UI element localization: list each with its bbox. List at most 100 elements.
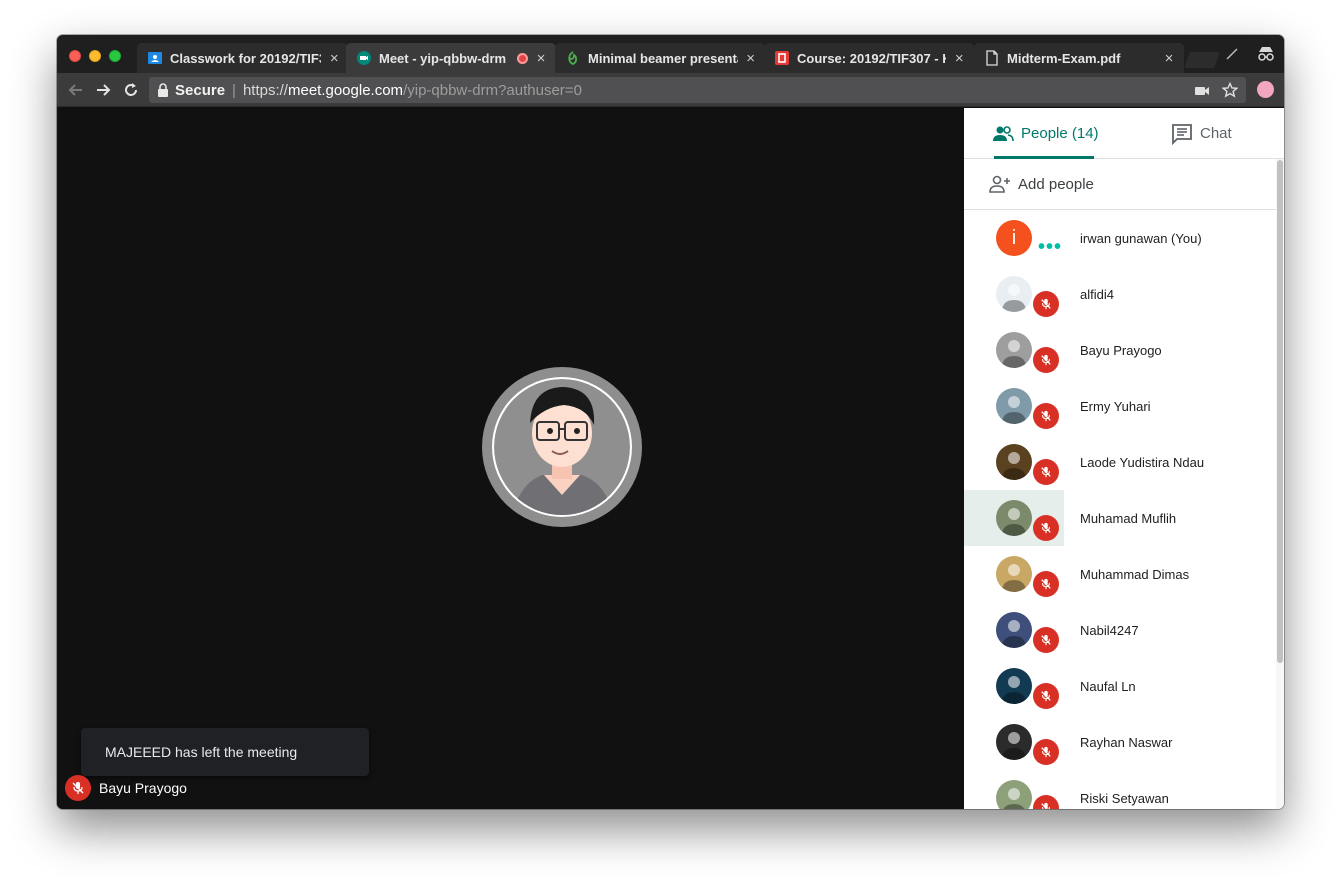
classroom-icon: [147, 50, 163, 66]
participant-row[interactable]: Bayu Prayogo: [964, 322, 1276, 378]
participant-row[interactable]: Rayhan Naswar: [964, 714, 1276, 770]
tab-people[interactable]: People (14): [992, 108, 1099, 159]
back-arrow-icon[interactable]: [67, 81, 85, 99]
close-tab-icon[interactable]: ×: [744, 50, 757, 67]
participant-row[interactable]: Riski Setyawan: [964, 770, 1276, 809]
participant-avatar-cell: [964, 322, 1064, 378]
participant-name: Rayhan Naswar: [1080, 734, 1173, 750]
profile-silhouette-icon: [1225, 43, 1239, 61]
forward-arrow-icon[interactable]: [94, 81, 112, 99]
mic-off-icon: [1033, 291, 1059, 317]
tab-title: Meet - yip-qbbw-drm: [379, 50, 507, 66]
participant-avatar: [996, 444, 1032, 480]
panel-tabs: People (14) Chat: [964, 108, 1284, 159]
participant-row[interactable]: Ermy Yuhari: [964, 378, 1276, 434]
minimize-window-button[interactable]: [89, 50, 101, 62]
tab-meet[interactable]: Meet - yip-qbbw-drm ×: [346, 43, 556, 73]
recording-indicator-icon: [517, 52, 528, 64]
zoom-window-button[interactable]: [109, 50, 121, 62]
close-tab-icon[interactable]: ×: [327, 50, 341, 67]
participant-row[interactable]: Muhammad Dimas: [964, 546, 1276, 602]
participant-avatar: i: [996, 220, 1032, 256]
document-icon: [984, 50, 1000, 66]
url-path: /yip-qbbw-drm?authuser=0: [403, 81, 582, 99]
people-tab-label: People (14): [1021, 125, 1099, 142]
participant-avatar-cell: [964, 602, 1064, 658]
reload-icon[interactable]: [122, 81, 140, 99]
close-tab-icon[interactable]: ×: [534, 50, 548, 67]
chat-tab-label: Chat: [1200, 125, 1232, 142]
participant-name: Riski Setyawan: [1080, 790, 1169, 806]
close-tab-icon[interactable]: ×: [1162, 50, 1176, 67]
tab-classwork[interactable]: Classwork for 20192/TIF3 ×: [137, 43, 349, 73]
participant-avatar: [996, 724, 1032, 760]
mic-off-icon: [1033, 459, 1059, 485]
address-bar[interactable]: Secure | https:// meet.google.com /yip-q…: [149, 77, 1246, 103]
participant-avatar-cell: [964, 434, 1064, 490]
tab-title: Minimal beamer presentati: [588, 50, 739, 66]
tab-course[interactable]: Course: 20192/TIF307 - K ×: [764, 43, 974, 73]
mic-off-icon: [65, 775, 91, 801]
participant-row[interactable]: alfidi4: [964, 266, 1276, 322]
participant-name: Naufal Ln: [1080, 678, 1136, 694]
participant-name: Laode Yudistira Ndau: [1080, 454, 1205, 470]
overleaf-icon: [565, 50, 581, 66]
mic-off-icon: [1033, 347, 1059, 373]
tab-overleaf[interactable]: Minimal beamer presentati ×: [555, 43, 765, 73]
extension-icon[interactable]: [1257, 81, 1274, 98]
participant-name: Nabil4247: [1080, 622, 1139, 638]
participant-name: irwan gunawan (You): [1080, 230, 1202, 246]
participant-avatar-cell: [964, 658, 1064, 714]
mic-off-icon: [1033, 515, 1059, 541]
tab-chat[interactable]: Chat: [1171, 108, 1232, 159]
browser-toolbar: Secure | https:// meet.google.com /yip-q…: [57, 73, 1284, 107]
speaking-indicator-icon: •••: [1038, 236, 1063, 258]
video-stage: MAJEEED has left the meeting Bayu Prayog…: [57, 108, 964, 809]
participant-avatar: [996, 332, 1032, 368]
speaker-name-tag: Bayu Prayogo: [65, 775, 187, 801]
url-scheme: https://: [242, 81, 288, 99]
lock-icon: [157, 83, 169, 97]
participant-name: Bayu Prayogo: [1080, 342, 1162, 358]
bookmark-star-icon[interactable]: [1221, 81, 1239, 102]
participant-row[interactable]: Laode Yudistira Ndau: [964, 434, 1276, 490]
tab-title: Midterm-Exam.pdf: [1007, 50, 1121, 66]
participant-row[interactable]: Nabil4247: [964, 602, 1276, 658]
close-tab-icon[interactable]: ×: [952, 50, 966, 67]
chat-icon: [1171, 123, 1193, 145]
participant-avatar-cell: [964, 266, 1064, 322]
people-panel: People (14) Chat Add people i ••• irwan gu…: [964, 108, 1284, 809]
add-person-icon: [988, 174, 1012, 194]
participant-name: Muhamad Muflih: [1080, 510, 1177, 526]
add-people-button[interactable]: Add people: [964, 159, 1276, 210]
mic-off-icon: [1033, 795, 1059, 809]
left-meeting-toast: MAJEEED has left the meeting: [81, 728, 369, 776]
secure-label: Secure: [175, 81, 226, 99]
participant-avatar: [996, 500, 1032, 536]
browser-window: Classwork for 20192/TIF3 × Meet - yip-qb…: [57, 35, 1284, 809]
participant-row[interactable]: Muhamad Muflih: [964, 490, 1276, 546]
participant-name: Ermy Yuhari: [1080, 398, 1151, 414]
moodle-icon: [774, 50, 790, 66]
new-tab-button[interactable]: [1184, 52, 1220, 68]
speaker-avatar: [482, 367, 642, 527]
participant-avatar-cell: [964, 770, 1064, 809]
participant-row[interactable]: Naufal Ln: [964, 658, 1276, 714]
close-window-button[interactable]: [69, 50, 81, 62]
incognito-icon[interactable]: [1255, 43, 1277, 65]
mic-off-icon: [1033, 571, 1059, 597]
participant-avatar-cell: i •••: [964, 210, 1064, 266]
participant-name: Muhammad Dimas: [1080, 566, 1190, 582]
participant-avatar: [996, 556, 1032, 592]
participant-avatar-cell: [964, 714, 1064, 770]
add-people-label: Add people: [1018, 175, 1094, 193]
participant-avatar: [996, 276, 1032, 312]
camera-icon[interactable]: [1194, 84, 1210, 101]
participant-avatar-cell: [964, 546, 1064, 602]
scrollbar-thumb[interactable]: [1277, 160, 1283, 663]
participant-avatar: [996, 668, 1032, 704]
participant-row[interactable]: i ••• irwan gunawan (You): [964, 210, 1276, 266]
url-host: meet.google.com: [287, 81, 404, 99]
tab-midterm-pdf[interactable]: Midterm-Exam.pdf ×: [974, 43, 1184, 73]
participant-avatar-cell: [964, 378, 1064, 434]
